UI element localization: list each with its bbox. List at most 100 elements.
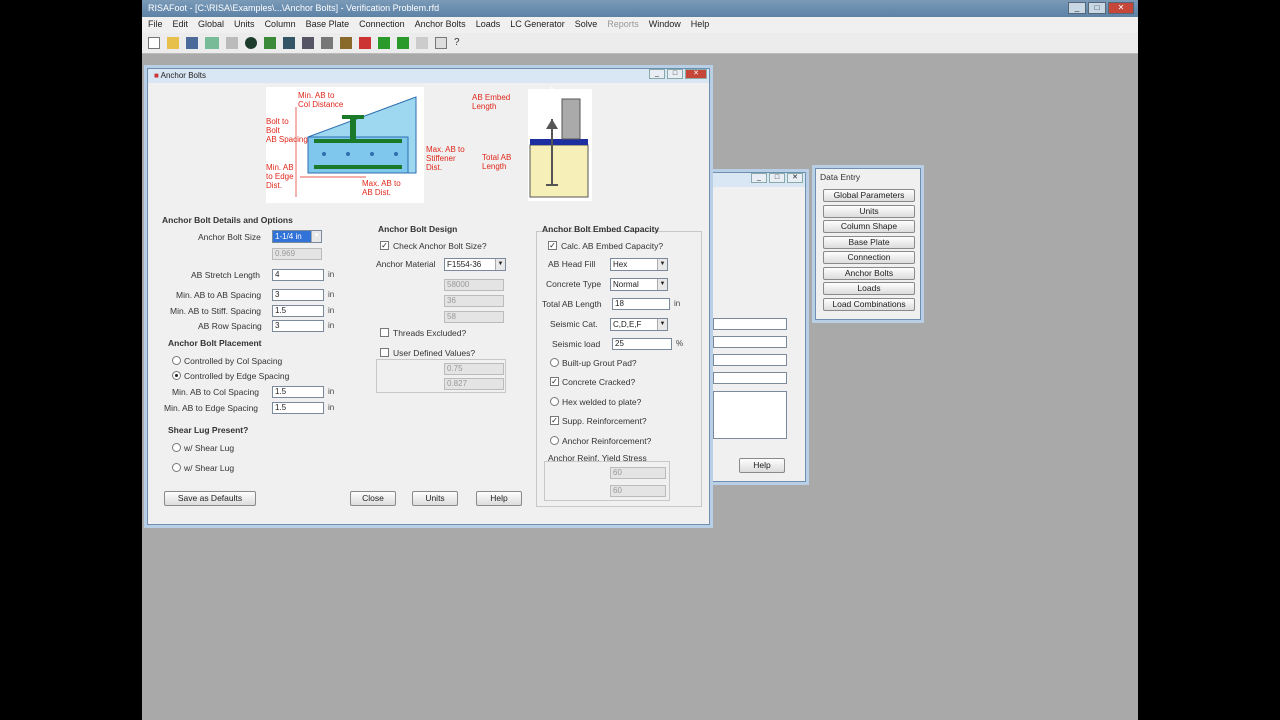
edge-spacing-radio[interactable] xyxy=(172,371,181,380)
bg-field-2[interactable] xyxy=(713,336,787,348)
connection-icon[interactable] xyxy=(321,37,333,49)
ab-spacing-label: Min. AB to AB Spacing xyxy=(176,290,262,300)
menu-item-file[interactable]: File xyxy=(148,19,163,31)
stretch-length-input[interactable]: 4 xyxy=(272,269,324,281)
chevron-down-icon[interactable]: ▼ xyxy=(495,259,505,270)
menu-item-help[interactable]: Help xyxy=(691,19,710,31)
menu-item-edit[interactable]: Edit xyxy=(173,19,189,31)
shear-lug-radio-1[interactable] xyxy=(172,443,181,452)
embed-length-input[interactable]: 18 xyxy=(612,298,670,310)
new-file-icon[interactable] xyxy=(148,37,160,49)
units-icon[interactable] xyxy=(226,37,238,49)
shear-lug-radio-1-label: w/ Shear Lug xyxy=(184,443,235,453)
hex-welded-radio[interactable] xyxy=(550,397,559,406)
bg-maximize-button[interactable]: □ xyxy=(769,173,785,183)
menu-item-connection[interactable]: Connection xyxy=(359,19,405,31)
user-defined-checkbox[interactable] xyxy=(380,348,389,357)
bg-textarea[interactable] xyxy=(713,391,787,439)
col-spacing-radio[interactable] xyxy=(172,356,181,365)
lc-icon[interactable] xyxy=(378,37,390,49)
global-icon[interactable] xyxy=(205,37,219,49)
menu-item-lc-generator[interactable]: LC Generator xyxy=(510,19,565,31)
menu-item-reports[interactable]: Reports xyxy=(607,19,639,31)
data-entry-units-button[interactable]: Units xyxy=(823,204,915,218)
bolt-size-select[interactable]: 1-1/4 in ▼ xyxy=(272,230,322,243)
calendar-icon[interactable] xyxy=(435,37,447,49)
shear-lug-radio-2[interactable] xyxy=(172,463,181,472)
edge-spacing-radio-label: Controlled by Edge Spacing xyxy=(184,371,290,381)
concrete-cracked-checkbox[interactable]: ✓ xyxy=(550,377,559,386)
menu-item-base-plate[interactable]: Base Plate xyxy=(306,19,350,31)
dialog-title: Anchor Bolts xyxy=(160,71,206,80)
supp-reinforcement-checkbox[interactable]: ✓ xyxy=(550,416,559,425)
data-entry-load-combinations-button[interactable]: Load Combinations xyxy=(823,297,915,311)
anchor-bolt-icon[interactable] xyxy=(340,37,352,49)
col-spacing-input[interactable]: 1.5 xyxy=(272,386,324,398)
row-spacing-input[interactable]: 3 xyxy=(272,320,324,332)
help-button[interactable]: Help xyxy=(476,491,522,506)
concrete-type-select[interactable]: Normal ▼ xyxy=(610,278,668,291)
dialog-titlebar: ■ Anchor Bolts _ □ ✕ xyxy=(148,69,709,83)
seismic-load-input[interactable]: 25 xyxy=(612,338,672,350)
material-select[interactable]: F1554-36 ▼ xyxy=(444,258,506,271)
data-entry-connection-button[interactable]: Connection xyxy=(823,251,915,264)
globe-icon[interactable] xyxy=(245,37,257,49)
dialog-minimize-button[interactable]: _ xyxy=(649,69,665,79)
help-icon[interactable]: ? xyxy=(454,37,466,49)
data-entry-loads-button[interactable]: Loads xyxy=(823,282,915,295)
seismic-cat-select[interactable]: C,D,E,F ▼ xyxy=(610,318,668,331)
stiff-spacing-input[interactable]: 1.5 xyxy=(272,305,324,317)
head-type-select[interactable]: Hex ▼ xyxy=(610,258,668,271)
close-window-button[interactable]: ✕ xyxy=(1108,2,1134,14)
ab-spacing-input[interactable]: 3 xyxy=(272,289,324,301)
minimize-button[interactable]: _ xyxy=(1068,2,1086,14)
menu-item-anchor-bolts[interactable]: Anchor Bolts xyxy=(415,19,466,31)
anchor-reinforcement-radio[interactable] xyxy=(550,436,559,445)
menu-item-window[interactable]: Window xyxy=(649,19,681,31)
data-entry-column-shape-button[interactable]: Column Shape xyxy=(823,220,915,233)
yield-stress-2: 60 xyxy=(610,485,666,497)
data-entry-base-plate-button[interactable]: Base Plate xyxy=(823,235,915,249)
bg-field-1[interactable] xyxy=(713,318,787,330)
units-button[interactable]: Units xyxy=(412,491,458,506)
chevron-down-icon[interactable]: ▼ xyxy=(657,259,667,270)
save-defaults-button[interactable]: Save as Defaults xyxy=(164,491,256,506)
column-icon[interactable] xyxy=(283,37,295,49)
report-icon[interactable] xyxy=(416,37,428,49)
menu-item-global[interactable]: Global xyxy=(198,19,224,31)
bg-minimize-button[interactable]: _ xyxy=(751,173,767,183)
solve-icon[interactable] xyxy=(397,37,409,49)
threads-excluded-checkbox[interactable] xyxy=(380,328,389,337)
base-plate-icon[interactable] xyxy=(302,37,314,49)
bolt-size-area: 0.969 xyxy=(272,248,322,260)
dialog-maximize-button[interactable]: □ xyxy=(667,69,683,79)
edge-spacing-input[interactable]: 1.5 xyxy=(272,402,324,414)
calc-embed-checkbox[interactable]: ✓ xyxy=(548,241,557,250)
menu-item-column[interactable]: Column xyxy=(265,19,296,31)
menu-item-solve[interactable]: Solve xyxy=(575,19,598,31)
close-button[interactable]: Close xyxy=(350,491,396,506)
chevron-down-icon[interactable]: ▼ xyxy=(311,231,321,242)
save-icon[interactable] xyxy=(186,37,198,49)
bg-field-4[interactable] xyxy=(713,372,787,384)
open-folder-icon[interactable] xyxy=(167,37,179,49)
grout-pad-radio[interactable] xyxy=(550,358,559,367)
label-max-ab-to-ab: Max. AB to AB Dist. xyxy=(362,179,401,197)
label-min-ab-to-col: Min. AB to Col Distance xyxy=(298,91,344,109)
dialog-close-button[interactable]: ✕ xyxy=(685,69,707,79)
chevron-down-icon[interactable]: ▼ xyxy=(657,279,667,290)
menu-item-units[interactable]: Units xyxy=(234,19,255,31)
bg-field-3[interactable] xyxy=(713,354,787,366)
chart-icon[interactable] xyxy=(264,37,276,49)
data-entry-anchor-bolts-button[interactable]: Anchor Bolts xyxy=(823,266,915,280)
head-type-value: Hex xyxy=(613,260,628,269)
check-size-checkbox[interactable]: ✓ xyxy=(380,241,389,250)
chevron-down-icon[interactable]: ▼ xyxy=(657,319,667,330)
data-entry-global-parameters-button[interactable]: Global Parameters xyxy=(823,189,915,202)
calc-embed-label: Calc. AB Embed Capacity? xyxy=(561,241,664,251)
loads-icon[interactable] xyxy=(359,37,371,49)
menu-item-loads[interactable]: Loads xyxy=(476,19,501,31)
bg-close-button[interactable]: ✕ xyxy=(787,173,803,183)
maximize-button[interactable]: □ xyxy=(1088,2,1106,14)
bg-help-button[interactable]: Help xyxy=(739,458,785,473)
